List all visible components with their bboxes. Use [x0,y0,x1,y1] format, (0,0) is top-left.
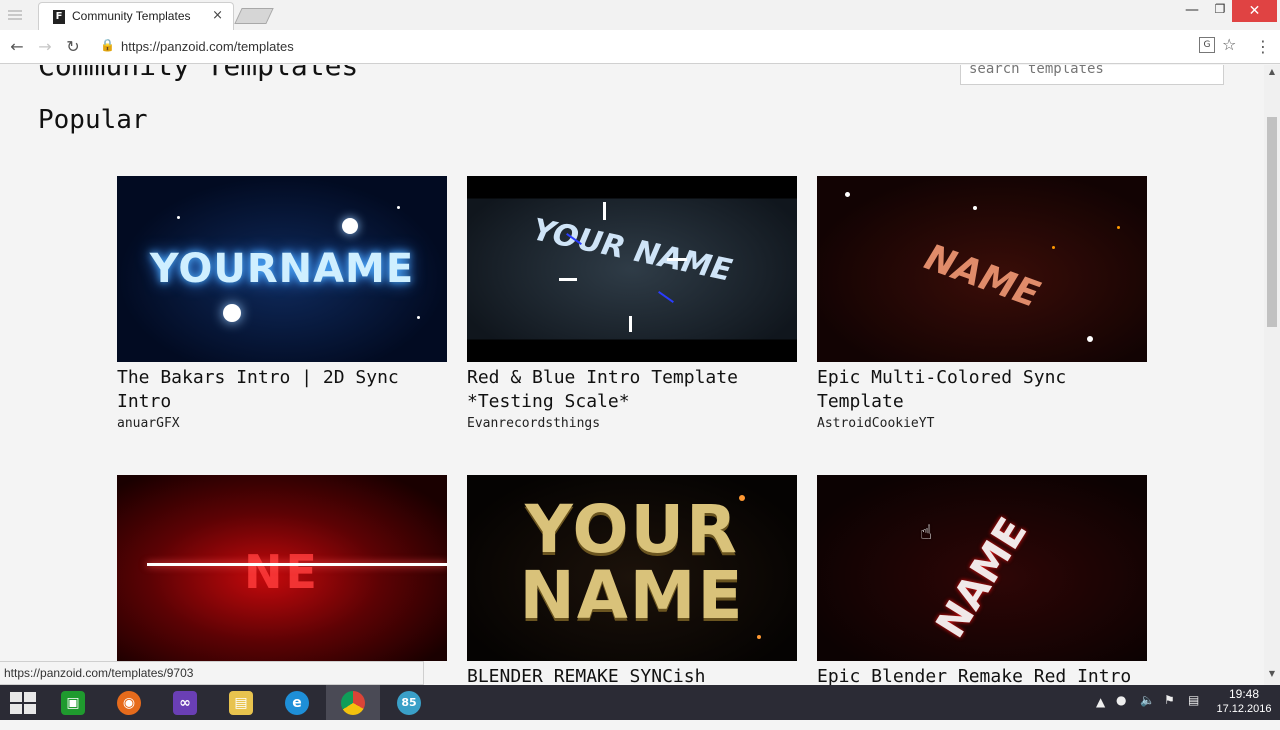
app-85-icon: 85 [397,691,421,715]
beam-shape [629,316,632,332]
clock-time[interactable]: 19:48 [1214,687,1274,701]
windows-logo-icon [10,692,38,714]
lock-icon: 🔒 [100,38,115,52]
bookmark-star-icon[interactable]: ☆ [1222,35,1236,54]
template-thumbnail[interactable]: NAME [817,475,1147,661]
beam-shape [667,258,687,261]
template-thumbnail[interactable]: NAME [817,176,1147,362]
tab-menu-icon[interactable] [8,8,24,22]
address-bar[interactable]: 🔒 https://panzoid.com/templates G ☆ [94,34,1244,60]
hand-cursor-icon: ☝ [920,520,933,544]
beam-shape [658,291,674,303]
template-card[interactable]: NE [117,475,447,665]
template-author[interactable]: AstroidCookieYT [817,416,1147,431]
file-explorer-taskbar-button[interactable]: ▤ [214,685,268,720]
url-text[interactable]: https://panzoid.com/templates [121,39,294,54]
minimize-button[interactable]: — [1182,2,1202,22]
scroll-up-icon[interactable]: ▲ [1264,67,1280,79]
internet-explorer-icon: e [285,691,309,715]
sparkle-icon [1117,226,1120,229]
windows-taskbar: ▣ ◉ ∞ ▤ e 85 ▲ ● 🔈 ⚑ ▤ 19:48 17.12.2016 [0,685,1280,720]
chrome-icon [341,691,365,715]
thumbnail-text: YOUR NAME [519,491,745,634]
shield-icon[interactable]: ● [1116,693,1126,728]
template-author[interactable]: anuarGFX [117,416,447,431]
visual-studio-taskbar-button[interactable]: ∞ [158,685,212,720]
sparkle-icon [397,206,400,209]
volume-icon[interactable]: 🔈 [1140,693,1155,728]
firefox-icon: ◉ [117,691,141,715]
sparkle-icon [739,495,745,501]
template-thumbnail[interactable]: NE [117,475,447,661]
template-author[interactable]: Evanrecordsthings [467,416,797,431]
sparkle-icon [973,206,977,210]
network-icon[interactable]: ▤ [1188,693,1199,728]
template-thumbnail[interactable]: YOUR NAME [467,176,797,362]
template-title[interactable]: The Bakars Intro | 2D Sync Intro [117,366,447,414]
beam-shape [603,202,606,220]
template-card[interactable]: YOURNAME The Bakars Intro | 2D Sync Intr… [117,176,447,431]
sparkle-icon [757,635,761,639]
tab-title: Community Templates [72,9,191,23]
sparkle-icon [1052,246,1055,249]
internet-explorer-taskbar-button[interactable]: e [270,685,324,720]
back-button[interactable]: ← [6,36,28,58]
template-title[interactable]: Epic Blender Remake Red Intro [817,665,1147,685]
template-title[interactable]: BLENDER REMAKE SYNCish [467,665,797,685]
store-taskbar-button[interactable]: ▣ [46,685,100,720]
template-thumbnail[interactable]: YOURNAME [117,176,447,362]
section-title-popular: Popular [38,105,148,135]
app-85-taskbar-button[interactable]: 85 [382,685,436,720]
visual-studio-icon: ∞ [173,691,197,715]
clock-date[interactable]: 17.12.2016 [1214,703,1274,715]
browser-tab[interactable]: F Community Templates × [38,2,234,30]
tab-close-icon[interactable]: × [212,8,223,23]
page-viewport: Community Templates Popular YOURNAME The… [0,65,1280,685]
template-card[interactable]: NAME Epic Blender Remake Red Intro [817,475,1147,685]
translate-icon[interactable]: G [1199,37,1215,53]
close-window-button[interactable]: ✕ [1232,0,1277,22]
template-card[interactable]: YOUR NAME BLENDER REMAKE SYNCish [467,475,797,685]
new-tab-button[interactable] [234,8,274,24]
thumbnail-text: NAME [927,510,1037,646]
sparkle-icon [342,218,358,234]
sparkle-icon [845,192,850,197]
template-title[interactable]: Red & Blue Intro Template *Testing Scale… [467,366,797,414]
page-scrollbar[interactable]: ▲ ▼ [1264,65,1280,685]
thumbnail-text: YOUR NAME [529,212,735,289]
sparkle-icon [177,216,180,219]
folder-icon: ▤ [229,691,253,715]
flag-icon[interactable]: ⚑ [1164,693,1175,728]
template-card[interactable]: YOUR NAME Red & Blue Intro Template *Tes… [467,176,797,431]
tray-chevron-icon[interactable]: ▲ [1096,695,1105,730]
sparkle-icon [417,316,420,319]
browser-menu-icon[interactable]: ⋮ [1255,37,1271,56]
search-templates-field[interactable] [960,65,1224,85]
reload-button[interactable]: ↻ [62,36,84,58]
template-card[interactable]: NAME Epic Multi-Colored Sync Template As… [817,176,1147,431]
beam-shape [559,278,577,281]
browser-toolbar: ← → ↻ 🔒 https://panzoid.com/templates G … [0,30,1280,64]
sparkle-icon [1087,336,1093,342]
maximize-button[interactable]: ❐ [1210,2,1230,22]
template-thumbnail[interactable]: YOUR NAME [467,475,797,661]
panzoid-favicon-icon: F [53,10,65,24]
browser-titlebar: F Community Templates × — ❐ ✕ [0,0,1280,30]
search-input[interactable] [961,65,1223,84]
template-title[interactable]: Epic Multi-Colored Sync Template [817,366,1147,414]
thumbnail-text: NAME [919,236,1045,317]
status-link-bubble: https://panzoid.com/templates/9703 [0,661,424,685]
firefox-taskbar-button[interactable]: ◉ [102,685,156,720]
chrome-taskbar-button[interactable] [326,685,380,720]
sparkle-icon [223,304,241,322]
thumbnail-text: NE [244,545,320,599]
light-streak-shape [147,563,447,566]
page-title: Community Templates [38,65,359,82]
scroll-down-icon[interactable]: ▼ [1264,669,1280,681]
thumbnail-text: YOURNAME [149,246,415,292]
scrollbar-thumb[interactable] [1267,117,1277,327]
store-icon: ▣ [61,691,85,715]
forward-button[interactable]: → [34,36,56,58]
